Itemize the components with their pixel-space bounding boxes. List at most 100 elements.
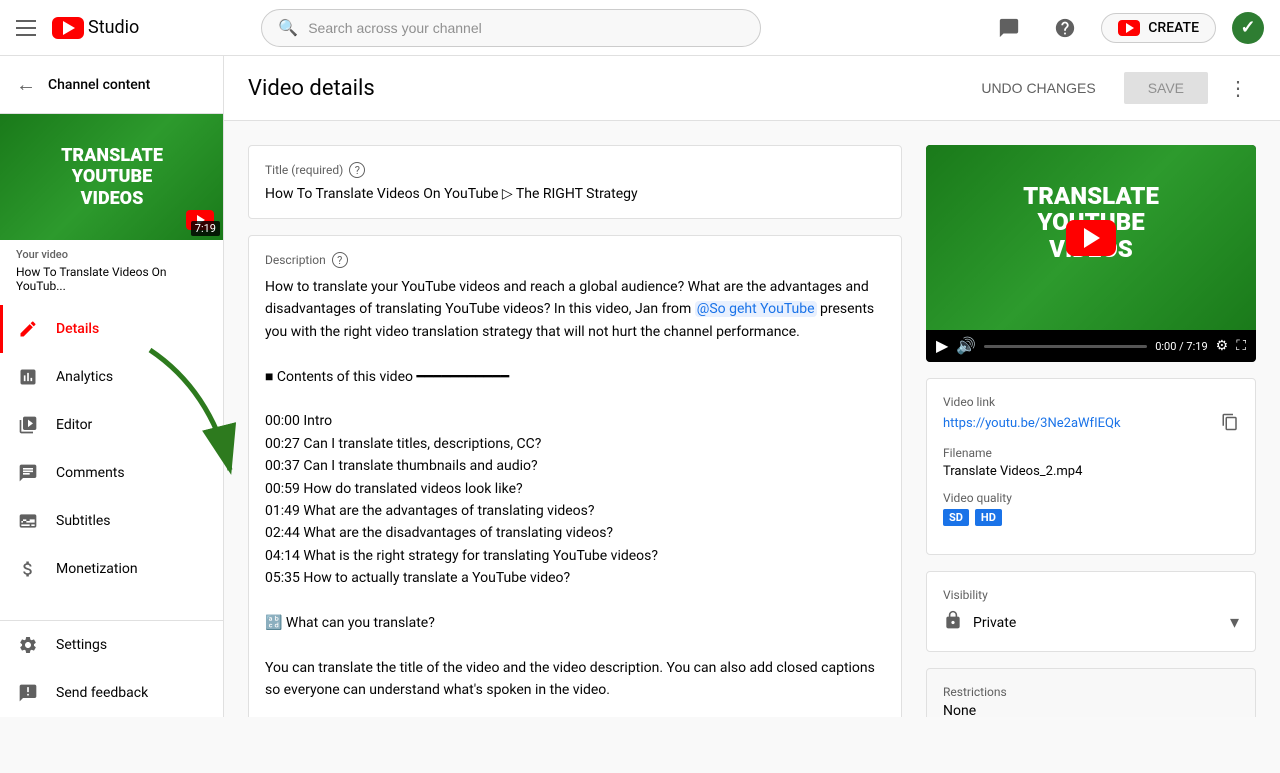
sidebar-item-comments[interactable]: Comments	[0, 449, 223, 497]
search-bar[interactable]: 🔍	[261, 9, 761, 47]
title-help-icon[interactable]: ?	[349, 162, 365, 178]
more-options-icon[interactable]: ⋮	[1220, 72, 1256, 104]
sidebar-item-editor[interactable]: Editor	[0, 401, 223, 449]
video-info-card: Video link https://youtu.be/3Ne2aWfIEQk …	[926, 378, 1256, 555]
messages-icon[interactable]	[989, 8, 1029, 48]
video-quality-row: Video quality SD HD	[943, 491, 1239, 526]
title-field[interactable]: Title (required) ? How To Translate Vide…	[248, 145, 902, 219]
sidebar-nav: Details Analytics Editor Comments	[0, 305, 223, 593]
sidebar-item-subtitles[interactable]: Subtitles	[0, 497, 223, 545]
sidebar-item-analytics[interactable]: Analytics	[0, 353, 223, 401]
monetization-label: Monetization	[56, 561, 138, 577]
channel-content-label: Channel content	[48, 77, 150, 93]
sidebar-item-details[interactable]: Details	[0, 305, 223, 353]
description-label-text: Description	[265, 253, 326, 267]
preview-play-icon	[1084, 228, 1100, 248]
header-actions: UNDO CHANGES SAVE ⋮	[965, 72, 1256, 104]
create-button[interactable]: CREATE	[1101, 13, 1216, 43]
video-time: 0:00 / 7:19	[1155, 340, 1207, 353]
filename-label: Filename	[943, 446, 1239, 460]
progress-bar[interactable]	[984, 345, 1147, 348]
restrictions-label: Restrictions	[943, 685, 1239, 699]
title-label-text: Title (required)	[265, 163, 343, 177]
feedback-label: Send feedback	[56, 685, 148, 701]
private-icon	[943, 610, 963, 635]
page-title: Video details	[248, 76, 375, 101]
comments-icon	[16, 461, 40, 485]
details-label: Details	[56, 321, 99, 337]
thumbnail-title-text: TranslateYouTubeVideos	[51, 135, 173, 220]
undo-button[interactable]: UNDO CHANGES	[965, 72, 1111, 104]
sidebar-bottom: Settings Send feedback	[0, 620, 223, 717]
description-field[interactable]: Description ? How to translate your YouT…	[248, 235, 902, 717]
user-avatar[interactable]	[1232, 12, 1264, 44]
description-value: How to translate your YouTube videos and…	[265, 276, 885, 717]
create-label: CREATE	[1148, 20, 1199, 36]
play-triangle-icon	[63, 21, 75, 35]
restrictions-card: Restrictions None	[926, 668, 1256, 717]
filename-row: Filename Translate Videos_2.mp4	[943, 446, 1239, 479]
studio-text: Studio	[88, 17, 139, 38]
feedback-icon	[16, 681, 40, 705]
fullscreen-icon[interactable]: ⛶	[1236, 338, 1246, 354]
search-icon: 🔍	[278, 18, 298, 37]
sidebar-item-monetization[interactable]: Monetization	[0, 545, 223, 593]
title-field-label: Title (required) ?	[265, 162, 885, 178]
preview-thumbnail: TranslateYouTubeVideos	[926, 145, 1256, 330]
visibility-label: Visibility	[943, 588, 1239, 602]
youtube-icon	[52, 17, 84, 39]
youtube-studio-logo: Studio	[52, 17, 139, 39]
app-header: Studio 🔍 CREATE	[0, 0, 1280, 56]
video-controls: ▶ 🔊 0:00 / 7:19 ⚙ ⛶	[926, 330, 1256, 362]
analytics-label: Analytics	[56, 369, 113, 385]
video-duration-badge: 7:19	[191, 221, 220, 236]
details-icon	[16, 317, 40, 341]
volume-button[interactable]: 🔊	[956, 336, 976, 356]
description-help-icon[interactable]: ?	[332, 252, 348, 268]
video-link-label: Video link	[943, 395, 1239, 409]
form-section: Title (required) ? How To Translate Vide…	[248, 145, 902, 717]
video-thumbnail: TranslateYouTubeVideos 7:19	[0, 114, 223, 240]
filename-value: Translate Videos_2.mp4	[943, 464, 1239, 479]
help-icon[interactable]	[1045, 8, 1085, 48]
copy-link-button[interactable]	[1221, 413, 1239, 434]
save-button[interactable]: SAVE	[1124, 72, 1208, 104]
preview-yt-logo	[1066, 220, 1116, 256]
video-preview: TranslateYouTubeVideos ▶ 🔊	[926, 145, 1256, 362]
sd-badge: SD	[943, 509, 969, 526]
visibility-select[interactable]: Private ▾	[943, 610, 1239, 635]
settings-label: Settings	[56, 637, 107, 653]
page-header: Video details UNDO CHANGES SAVE ⋮	[224, 56, 1280, 121]
back-arrow-icon: ←	[16, 72, 36, 97]
your-video-label: Your video	[0, 240, 223, 263]
subtitles-nav-icon	[16, 509, 40, 533]
visibility-value: Private	[973, 615, 1016, 631]
create-play-icon	[1126, 23, 1134, 33]
restrictions-value: None	[943, 703, 1239, 717]
subtitles-nav-label: Subtitles	[56, 513, 111, 529]
video-link-row: Video link https://youtu.be/3Ne2aWfIEQk	[943, 395, 1239, 434]
video-quality-label: Video quality	[943, 491, 1239, 505]
editor-icon	[16, 413, 40, 437]
title-value: How To Translate Videos On YouTube ▷ The…	[265, 186, 885, 202]
analytics-icon	[16, 365, 40, 389]
content-body: Title (required) ? How To Translate Vide…	[224, 121, 1280, 717]
quality-badges: SD HD	[943, 509, 1239, 526]
sidebar-item-settings[interactable]: Settings	[0, 621, 223, 669]
back-to-channel-content[interactable]: ← Channel content	[0, 56, 223, 114]
main-layout: ← Channel content TranslateYouTubeVideos…	[0, 56, 1280, 717]
header-right: CREATE	[989, 8, 1264, 48]
play-button[interactable]: ▶	[936, 336, 948, 356]
search-input[interactable]	[308, 20, 744, 36]
editor-label: Editor	[56, 417, 92, 433]
menu-icon[interactable]	[16, 16, 40, 40]
video-link-value[interactable]: https://youtu.be/3Ne2aWfIEQk	[943, 416, 1121, 431]
visibility-card[interactable]: Visibility Private ▾	[926, 571, 1256, 652]
settings-icon	[16, 633, 40, 657]
sidebar-item-feedback[interactable]: Send feedback	[0, 669, 223, 717]
channel-mention: @So geht YouTube	[695, 301, 817, 317]
header-left: Studio	[16, 16, 139, 40]
sidebar: ← Channel content TranslateYouTubeVideos…	[0, 56, 224, 717]
settings-ctrl-icon[interactable]: ⚙	[1216, 338, 1229, 354]
right-panel: TranslateYouTubeVideos ▶ 🔊	[926, 145, 1256, 717]
